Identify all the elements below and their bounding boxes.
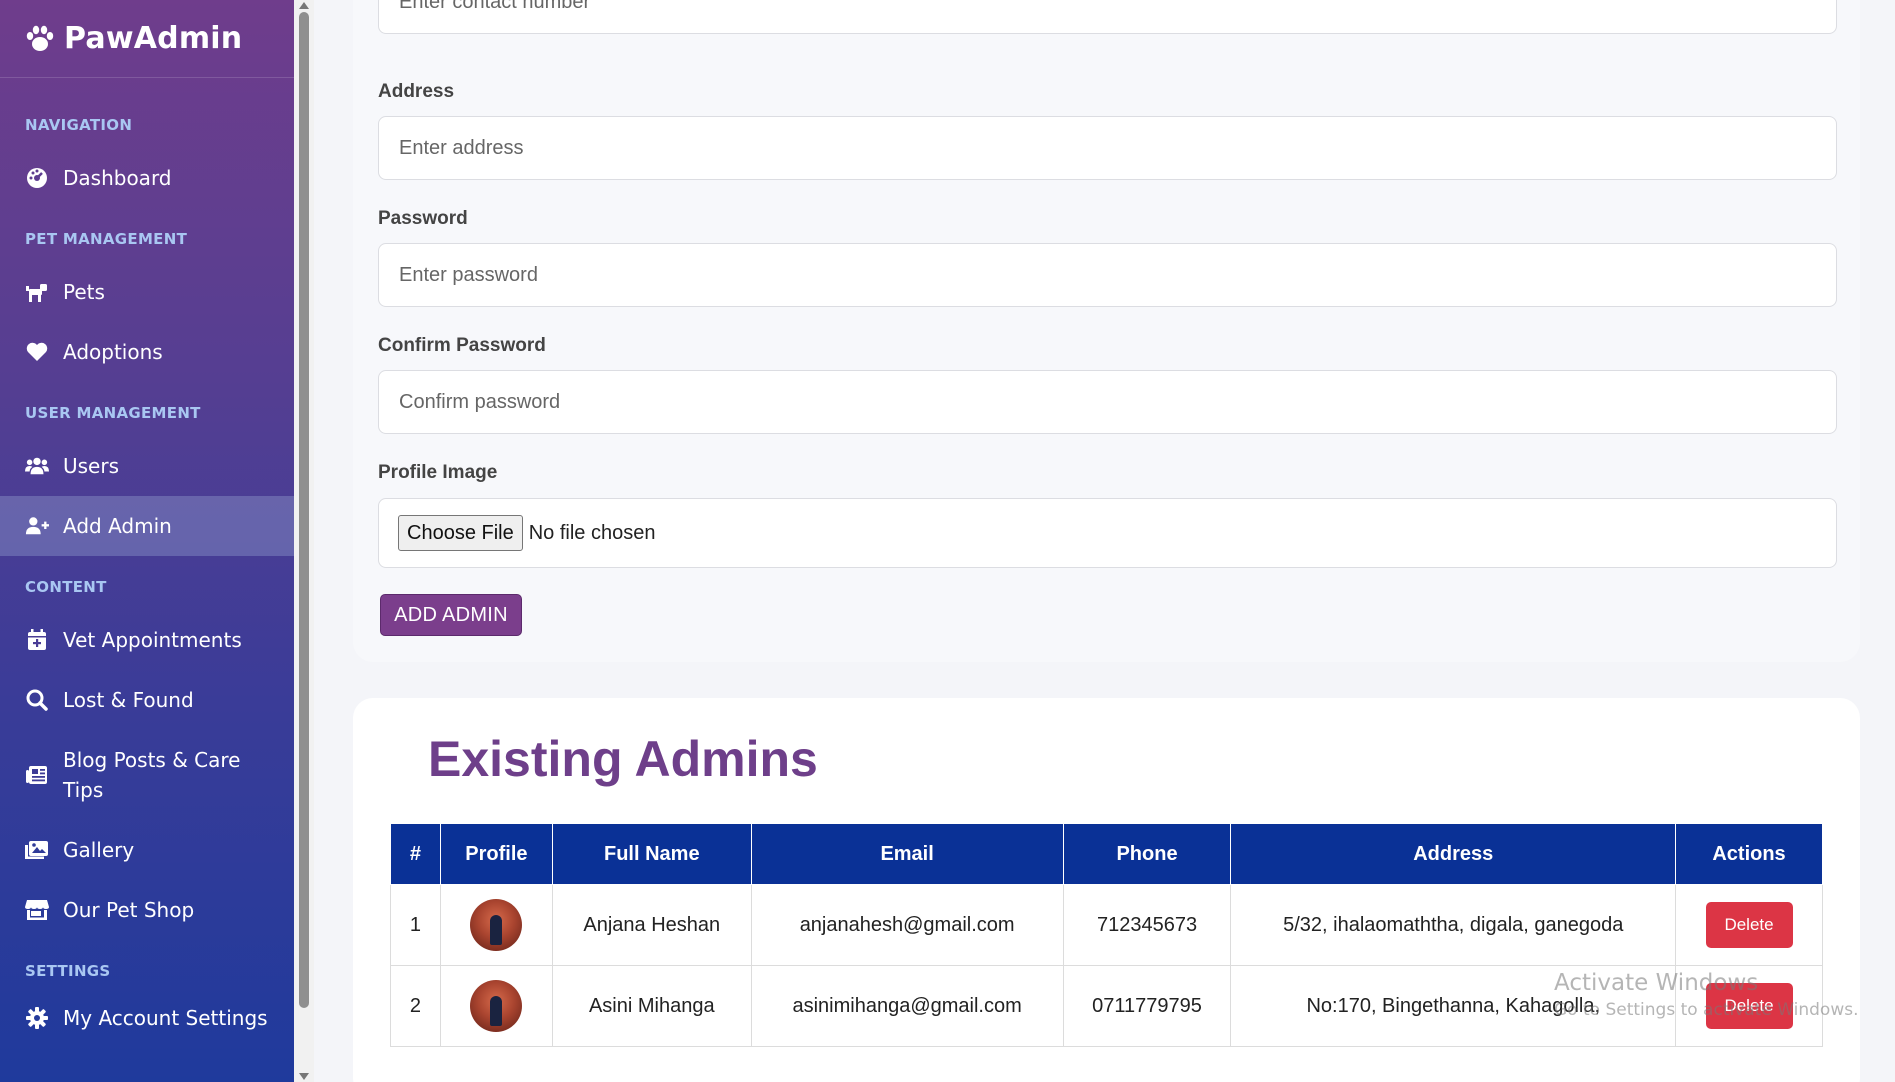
watermark-subtitle: Go to Settings to activate Windows. [1554,1000,1859,1020]
add-admin-button[interactable]: ADD ADMIN [380,594,522,636]
section-user-management: USER MANAGEMENT [25,404,201,422]
confirm-password-input[interactable]: Confirm password [378,370,1837,434]
password-placeholder: Enter password [399,263,538,286]
address-placeholder: Enter address [399,136,524,159]
brand-name: PawAdmin [64,21,243,56]
phone-cell: 0711779795 [1062,965,1232,1047]
contact-number-input[interactable]: Enter contact number [378,0,1837,34]
sidebar: PawAdmin NAVIGATION Dashboard PET MANAGE… [0,0,294,1082]
profile-image-label: Profile Image [378,462,498,483]
column-header: Full Name [551,823,752,885]
sidebar-item-label: Our Pet Shop [63,898,195,922]
column-header: # [390,823,441,885]
sidebar-item-label: Blog Posts & Care Tips [63,745,240,805]
profile-image-field: Choose File No file chosen [378,498,1837,568]
store-icon [25,898,49,922]
dog-icon [25,280,49,304]
file-status: No file chosen [528,521,656,544]
sidebar-item-users[interactable]: Users [0,436,294,496]
sidebar-item-label: My Account Settings [63,1006,268,1030]
column-header: Phone [1062,823,1232,885]
contact-placeholder: Enter contact number [399,0,591,13]
address-label: Address [378,81,455,102]
sidebar-item-label: Pets [63,280,105,304]
dashboard-icon [25,166,49,190]
sidebar-item-account-settings[interactable]: My Account Settings [0,988,294,1048]
section-content: CONTENT [25,578,107,596]
delete-button[interactable]: Delete [1705,902,1793,948]
sidebar-item-blog-posts[interactable]: Blog Posts & Care Tips [0,730,294,820]
users-icon [25,454,49,478]
address-cell: 5/32, ihalaomaththa, digala, ganegoda [1230,884,1677,966]
confirm-password-label: Confirm Password [378,335,546,356]
blog-label-line1: Blog Posts & Care [63,748,241,772]
scrollbar-thumb[interactable] [299,12,309,1008]
sidebar-item-add-admin[interactable]: Add Admin [0,496,294,556]
profile-cell [439,884,553,966]
sidebar-item-pet-shop[interactable]: Our Pet Shop [0,880,294,940]
sidebar-item-label: Add Admin [63,514,172,538]
column-header: Actions [1675,823,1823,885]
choose-file-button[interactable]: Choose File [398,515,523,551]
row-number: 1 [390,884,441,966]
section-navigation: NAVIGATION [25,116,133,134]
existing-admins-title: Existing Admins [428,731,818,787]
section-pet-management: PET MANAGEMENT [25,230,188,248]
row-number: 2 [390,965,441,1047]
sidebar-item-label: Users [63,454,120,478]
sidebar-item-label: Lost & Found [63,688,194,712]
email-cell: asinimihanga@gmail.com [750,965,1064,1047]
sidebar-item-dashboard[interactable]: Dashboard [0,148,294,208]
actions-cell: Delete [1675,884,1823,966]
existing-admins-card: Existing Admins # Profile Full Name Emai… [353,698,1860,1082]
sidebar-item-pets[interactable]: Pets [0,262,294,322]
add-admin-form: Enter contact number Address Enter addre… [353,0,1860,662]
phone-cell: 712345673 [1062,884,1232,966]
full-name-cell: Asini Mihanga [551,965,752,1047]
profile-cell [439,965,553,1047]
sidebar-item-label: Gallery [63,838,135,862]
heart-icon [25,340,49,364]
newspaper-icon [25,763,49,787]
password-input[interactable]: Enter password [378,243,1837,307]
column-header: Profile [439,823,553,885]
sidebar-item-gallery[interactable]: Gallery [0,820,294,880]
paw-icon [26,25,54,51]
search-icon [25,688,49,712]
sidebar-item-label: Adoptions [63,340,163,364]
password-label: Password [378,208,468,229]
user-plus-icon [25,514,49,538]
gear-icon [25,1006,49,1030]
table-row: 1 Anjana Heshan anjanahesh@gmail.com 712… [390,884,1823,966]
sidebar-item-adoptions[interactable]: Adoptions [0,322,294,382]
scroll-up-arrow[interactable] [299,2,309,9]
column-header: Email [750,823,1064,885]
confirm-password-placeholder: Confirm password [399,390,561,413]
table-header-row: # Profile Full Name Email Phone Address … [390,823,1823,885]
section-settings: SETTINGS [25,962,111,980]
sidebar-item-label: Vet Appointments [63,628,242,652]
email-cell: anjanahesh@gmail.com [750,884,1064,966]
full-name-cell: Anjana Heshan [551,884,752,966]
activate-windows-watermark: Activate Windows Go to Settings to activ… [1554,970,1859,1020]
sidebar-item-vet-appointments[interactable]: Vet Appointments [0,610,294,670]
brand[interactable]: PawAdmin [0,0,294,78]
images-icon [25,838,49,862]
address-input[interactable]: Enter address [378,116,1837,180]
avatar [470,899,523,951]
sidebar-item-lost-found[interactable]: Lost & Found [0,670,294,730]
sidebar-scrollbar[interactable] [294,0,314,1082]
sidebar-item-label: Dashboard [63,166,172,190]
avatar [470,980,523,1032]
blog-label-line2: Tips [63,778,104,802]
column-header: Address [1230,823,1677,885]
scroll-down-arrow[interactable] [299,1073,309,1080]
watermark-title: Activate Windows [1554,970,1759,996]
calendar-plus-icon [25,628,49,652]
